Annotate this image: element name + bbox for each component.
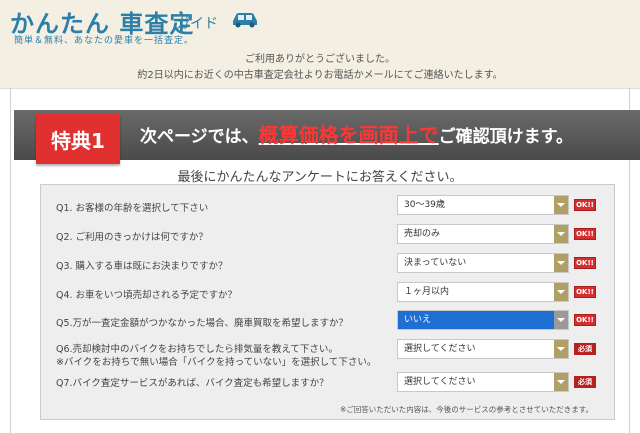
banner-text-highlight: 概算価格を画面上で [258,123,439,147]
ok-badge: OK!! [574,199,596,211]
select-value: 売却のみ [404,229,441,239]
chevron-down-icon [554,254,568,272]
question-select-3[interactable]: 決まっていない [397,253,569,273]
thanks-line-1: ご利用ありがとうございました。 [245,54,395,65]
site-logo[interactable]: かんたん 車査定 ガイド 簡単＆無料、あなたの愛車を一括査定。 [10,4,270,46]
question-label-6: Q6.売却検討中のバイクをお持ちでしたら排気量を教えて下さい。 [56,344,338,355]
select-value: 決まっていない [404,258,467,268]
question-select-6[interactable]: 選択してください [397,339,569,359]
ok-badge: OK!! [574,228,596,240]
ok-badge: OK!! [574,286,596,298]
question-label-2: Q2. ご利用のきっかけは何ですか？ [56,232,208,243]
thanks-line-2: 約2日以内にお近くの中古車査定会社よりお電話かメールにてご連絡いたします。 [137,70,503,81]
question-label-4: Q4. お車をいつ頃売却される予定ですか？ [56,290,238,301]
ok-badge: OK!! [574,314,596,326]
select-value: 選択してください [404,344,476,354]
question-label-1: Q1. お客様の年齢を選択して下さい [56,203,209,214]
survey-note: ※ご回答いただいた内容は、今後のサービスの参考とさせていただきます。 [340,405,594,414]
select-value: 選択してください [404,377,476,387]
banner-text-post: ご確認頂けます。 [438,127,573,147]
chevron-down-icon [554,373,568,391]
chevron-down-icon [554,311,568,329]
question-label-3: Q3. 購入する車は既にお決まりですか？ [56,261,228,272]
question-select-1[interactable]: 30～39歳 [397,195,569,215]
question-select-4[interactable]: １ヶ月以内 [397,282,569,302]
logo-tagline: 簡単＆無料、あなたの愛車を一括査定。 [14,36,195,46]
chevron-down-icon [554,225,568,243]
question-select-5[interactable]: いいえ [397,310,569,330]
select-value: いいえ [404,315,432,325]
benefit-banner-text: 次ページでは、概算価格を画面上でご確認頂けます。 [140,120,573,152]
required-badge: 必須 [574,376,596,388]
question-label-5: Q5.万が一査定金額がつかなかった場合、廃車買取を希望しますか？ [56,318,349,329]
question-select-2[interactable]: 売却のみ [397,224,569,244]
required-badge: 必須 [574,343,596,355]
question-select-7[interactable]: 選択してください [397,372,569,392]
chevron-down-icon [554,196,568,214]
chevron-down-icon [554,340,568,358]
select-value: １ヶ月以内 [404,287,450,297]
ok-badge: OK!! [574,257,596,269]
car-icon [233,13,257,28]
panel-left-border [10,88,11,433]
benefit-badge: 特典1 [36,114,120,164]
question-label-7: Q7.バイク査定サービスがあれば、バイク査定も希望しますか？ [56,378,329,389]
banner-text-pre: 次ページでは、 [140,127,259,147]
logo-guide-text: ガイド [176,16,218,32]
question-sublabel-6: ※バイクをお持ちで無い場合「バイクを持っていない」を選択して下さい。 [56,357,377,368]
select-value: 30～39歳 [404,200,445,210]
survey-title: 最後にかんたんなアンケートにお答えください。 [177,170,463,185]
chevron-down-icon [554,283,568,301]
